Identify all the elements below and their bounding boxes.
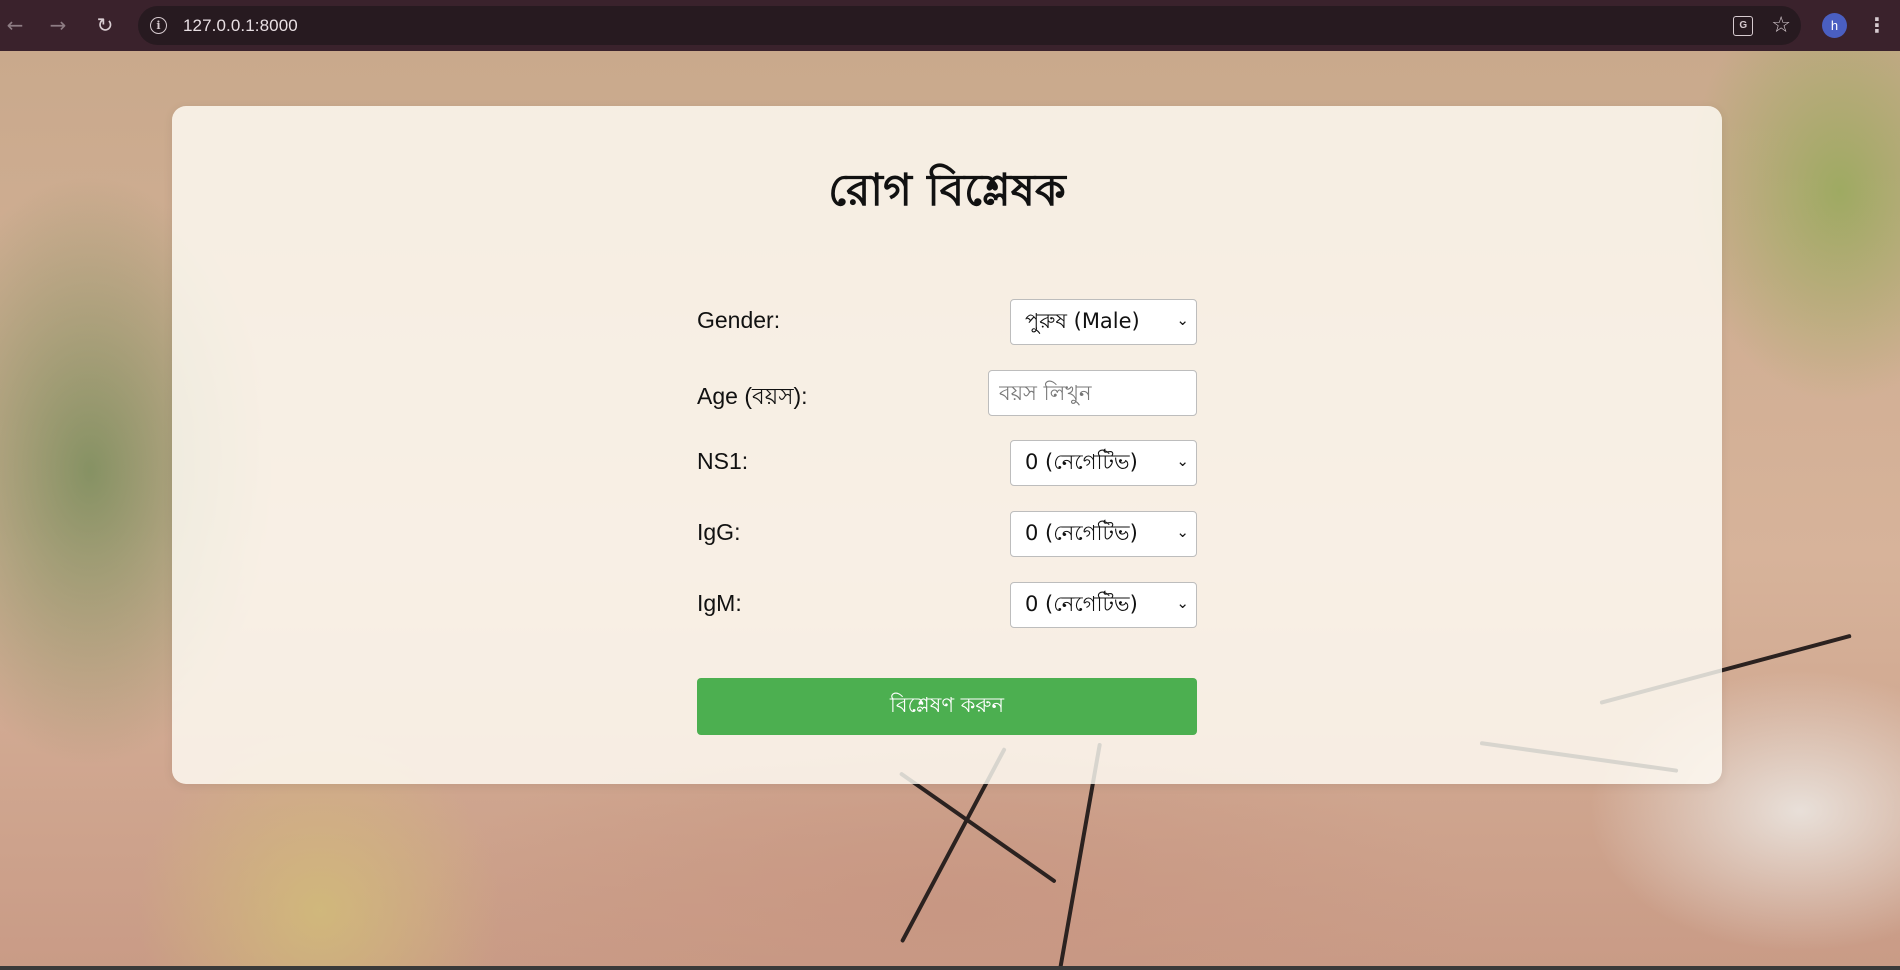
ns1-label: NS1: (697, 448, 749, 474)
age-input[interactable] (988, 370, 1197, 416)
igm-row: IgM: 0 (নেগেটিভ) ⌄ (697, 582, 1197, 628)
window-bottom-edge (0, 966, 1900, 970)
chevron-down-icon: ⌄ (1176, 311, 1189, 329)
translate-icon[interactable]: G (1733, 15, 1754, 36)
gender-selected-value: পুরুষ (Male) (1025, 308, 1140, 333)
igg-selected-value: 0 (নেগেটিভ) (1025, 520, 1138, 545)
chevron-down-icon: ⌄ (1176, 594, 1189, 612)
gender-row: Gender: পুরুষ (Male) ⌄ (697, 299, 1197, 345)
igg-select[interactable]: 0 (নেগেটিভ) ⌄ (1010, 511, 1197, 557)
gender-select[interactable]: পুরুষ (Male) ⌄ (1010, 299, 1197, 345)
ns1-row: NS1: 0 (নেগেটিভ) ⌄ (697, 440, 1197, 486)
chevron-down-icon: ⌄ (1176, 452, 1189, 470)
back-arrow-icon[interactable]: ← (0, 10, 30, 40)
igg-label: IgG: (697, 519, 741, 545)
background-decoration (898, 771, 1057, 884)
page-background: রোগ বিশ্লেষক Gender: পুরুষ (Male) ⌄ Age … (0, 51, 1900, 966)
url-text[interactable]: 127.0.0.1:8000 (183, 16, 298, 36)
gender-label: Gender: (697, 307, 781, 333)
igm-selected-value: 0 (নেগেটিভ) (1025, 591, 1138, 616)
address-bar[interactable]: i 127.0.0.1:8000 G ☆ (138, 6, 1801, 45)
profile-avatar[interactable]: h (1822, 13, 1847, 38)
ns1-select[interactable]: 0 (নেগেটিভ) ⌄ (1010, 440, 1197, 486)
bookmark-star-icon[interactable]: ☆ (1771, 13, 1791, 38)
age-label: Age (বয়স): (697, 383, 808, 409)
chevron-down-icon: ⌄ (1176, 523, 1189, 541)
reload-icon[interactable]: ↻ (90, 10, 120, 40)
forward-arrow-icon[interactable]: → (43, 10, 73, 40)
igg-row: IgG: 0 (নেগেটিভ) ⌄ (697, 511, 1197, 557)
analyzer-card: রোগ বিশ্লেষক Gender: পুরুষ (Male) ⌄ Age … (172, 106, 1722, 784)
igm-select[interactable]: 0 (নেগেটিভ) ⌄ (1010, 582, 1197, 628)
ns1-selected-value: 0 (নেগেটিভ) (1025, 449, 1138, 474)
browser-toolbar: ← → ↻ i 127.0.0.1:8000 G ☆ h ⋮ (0, 0, 1900, 51)
site-info-icon[interactable]: i (150, 17, 167, 34)
browser-menu-icon[interactable]: ⋮ (1867, 10, 1887, 40)
analyze-button[interactable]: বিশ্লেষণ করুন (697, 678, 1197, 735)
age-row: Age (বয়স): (697, 370, 1197, 416)
igm-label: IgM: (697, 590, 742, 616)
page-title: রোগ বিশ্লেষক (828, 165, 1066, 216)
